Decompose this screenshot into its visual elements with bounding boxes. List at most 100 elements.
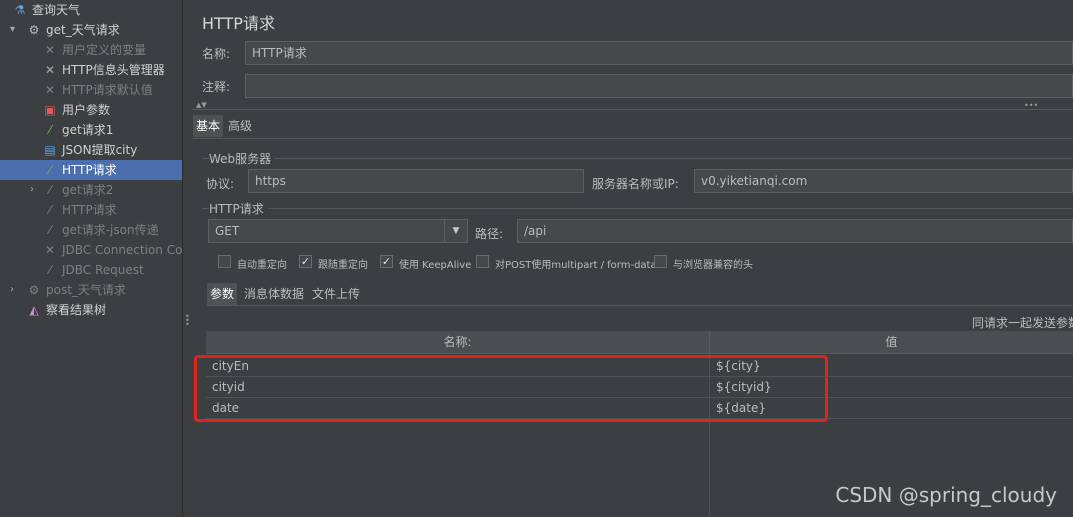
- table-row[interactable]: date ${date}: [206, 398, 1073, 419]
- flask-icon: ⚗: [14, 3, 26, 17]
- name-label: 名称:: [202, 47, 231, 61]
- web-server-title: Web服务器: [209, 150, 276, 167]
- tree-item[interactable]: ✕ HTTP信息头管理器: [0, 60, 182, 80]
- protocol-label: 协议:: [206, 177, 235, 191]
- path-label: 路径:: [475, 227, 504, 241]
- pipette-icon: ⁄: [48, 163, 51, 177]
- param-name-cell[interactable]: cityid: [206, 377, 710, 397]
- tree-item[interactable]: ✕ HTTP请求默认值: [0, 80, 182, 100]
- tree-item[interactable]: ⚗ 查询天气: [0, 0, 182, 20]
- pipette-icon: ⁄: [48, 263, 51, 277]
- column-divider: [709, 353, 710, 517]
- divider: [192, 109, 1073, 110]
- tree-item-label: HTTP请求: [62, 203, 117, 217]
- extractor-icon: ▤: [44, 143, 56, 157]
- preprocessor-icon: ▣: [44, 103, 56, 117]
- tree-item[interactable]: ⁄ HTTP请求: [0, 160, 182, 180]
- table-row[interactable]: cityid ${cityid}: [206, 377, 1073, 398]
- tree-item-label: get请求1: [62, 123, 114, 137]
- protocol-field[interactable]: https: [248, 169, 584, 193]
- tree-item[interactable]: ▤ JSON提取city: [0, 140, 182, 160]
- tree-item[interactable]: › ⁄ get请求2: [0, 180, 182, 200]
- tree-item[interactable]: ✕ JDBC Connection Co: [0, 240, 182, 260]
- param-value-cell[interactable]: ${cityid}: [710, 377, 1073, 397]
- server-label: 服务器名称或IP:: [592, 177, 679, 191]
- send-with-request-label: 同请求一起发送参数: [972, 316, 1073, 330]
- expand-arrow-icon[interactable]: ▾: [10, 20, 22, 40]
- browser-headers-checkbox[interactable]: [654, 255, 667, 268]
- wrench-icon: ✕: [44, 83, 56, 97]
- follow-redirect-checkbox[interactable]: ✓: [299, 255, 312, 268]
- tree-item[interactable]: ⁄ JDBC Request: [0, 260, 182, 280]
- follow-redirect-label: 跟随重定向: [318, 260, 368, 271]
- tab-file-upload[interactable]: 文件上传: [309, 283, 363, 305]
- table-row[interactable]: cityEn ${city}: [206, 356, 1073, 377]
- sub-tab-divider: [206, 305, 1073, 306]
- tab-parameters[interactable]: 参数: [207, 283, 238, 305]
- method-value: GET: [215, 224, 240, 238]
- pipette-icon: ⁄: [48, 223, 51, 237]
- tree-item-label: get请求-json传递: [62, 223, 159, 237]
- tab-basic[interactable]: 基本: [193, 115, 224, 137]
- page-title: HTTP请求: [202, 14, 275, 33]
- keepalive-checkbox[interactable]: ✓: [380, 255, 393, 268]
- chart-icon: ◭: [29, 303, 39, 317]
- path-field[interactable]: /api: [517, 219, 1073, 243]
- pipette-icon: ⁄: [48, 183, 51, 197]
- tree-item[interactable]: ◭ 察看结果树: [0, 300, 182, 320]
- collapsed-arrow-icon[interactable]: ›: [30, 180, 42, 200]
- param-name-cell[interactable]: cityEn: [206, 356, 710, 376]
- auto-redirect-checkbox[interactable]: [218, 255, 231, 268]
- pipette-icon: ⁄: [48, 123, 51, 137]
- tree-item-label: get请求2: [62, 183, 114, 197]
- http-request-border: [202, 208, 1073, 209]
- wrench-icon: ✕: [44, 63, 56, 77]
- method-select[interactable]: GET ▼: [208, 219, 468, 243]
- tree-item[interactable]: ⁄ get请求-json传递: [0, 220, 182, 240]
- chevron-down-icon[interactable]: ▼: [444, 220, 467, 242]
- comment-label: 注释:: [202, 80, 231, 94]
- multipart-label: 对POST使用multipart / form-data: [495, 260, 657, 271]
- tree-item[interactable]: › ⚙ post_天气请求: [0, 280, 182, 300]
- browser-headers-label: 与浏览器兼容的头: [673, 260, 753, 271]
- test-plan-tree[interactable]: ⚗ 查询天气 ▾ ⚙ get_天气请求 ✕ 用户定义的变量 ✕ HTTP信息头管理器 ✕ HTTP请…: [0, 0, 182, 517]
- keepalive-label: 使用 KeepAlive: [399, 260, 472, 271]
- tab-body-data[interactable]: 消息体数据: [241, 283, 307, 305]
- tree-item-label: post_天气请求: [46, 283, 126, 297]
- wrench-icon: ✕: [44, 43, 56, 57]
- tree-item-label: JDBC Request: [62, 263, 144, 277]
- collapse-arrows-icon[interactable]: ▲▼: [196, 101, 207, 109]
- http-request-title: HTTP请求: [209, 200, 268, 217]
- tree-item[interactable]: ▣ 用户参数: [0, 100, 182, 120]
- tab-advanced[interactable]: 高级: [225, 115, 255, 137]
- tree-item-label: JSON提取city: [62, 143, 138, 157]
- server-field[interactable]: v0.yiketianqi.com: [694, 169, 1073, 193]
- param-name-cell[interactable]: date: [206, 398, 710, 418]
- tree-item-label: get_天气请求: [46, 23, 120, 37]
- wrench-icon: ✕: [44, 243, 56, 257]
- column-header-value[interactable]: 值: [710, 331, 1073, 354]
- gear-icon: ⚙: [28, 23, 40, 37]
- splitter-grip-icon[interactable]: • • •: [185, 313, 190, 329]
- name-field[interactable]: HTTP请求: [245, 41, 1073, 65]
- tree-item[interactable]: ▾ ⚙ get_天气请求: [0, 20, 182, 40]
- column-header-name[interactable]: 名称:: [206, 331, 710, 354]
- tree-item-label: JDBC Connection Co: [62, 243, 182, 257]
- param-value-cell[interactable]: ${date}: [710, 398, 1073, 418]
- web-server-border: [202, 158, 1073, 159]
- multipart-checkbox[interactable]: [476, 255, 489, 268]
- tree-item-label: HTTP请求: [62, 163, 117, 177]
- http-request-panel: HTTP请求 名称: HTTP请求 注释: ▲▼ ••• 基本 高级 Web服务…: [192, 0, 1073, 517]
- tree-item[interactable]: ⁄ HTTP请求: [0, 200, 182, 220]
- comment-field[interactable]: [245, 74, 1073, 98]
- tab-divider: [192, 138, 1073, 139]
- panel-splitter[interactable]: [182, 0, 192, 517]
- param-value-cell[interactable]: ${city}: [710, 356, 1073, 376]
- collapsed-arrow-icon[interactable]: ›: [10, 280, 22, 300]
- tree-item[interactable]: ⁄ get请求1: [0, 120, 182, 140]
- tree-item-label: HTTP请求默认值: [62, 83, 153, 97]
- tree-item-label: HTTP信息头管理器: [62, 63, 165, 77]
- tree-item-label: 查询天气: [32, 3, 81, 17]
- tree-item[interactable]: ✕ 用户定义的变量: [0, 40, 182, 60]
- gear-icon: ⚙: [28, 283, 40, 297]
